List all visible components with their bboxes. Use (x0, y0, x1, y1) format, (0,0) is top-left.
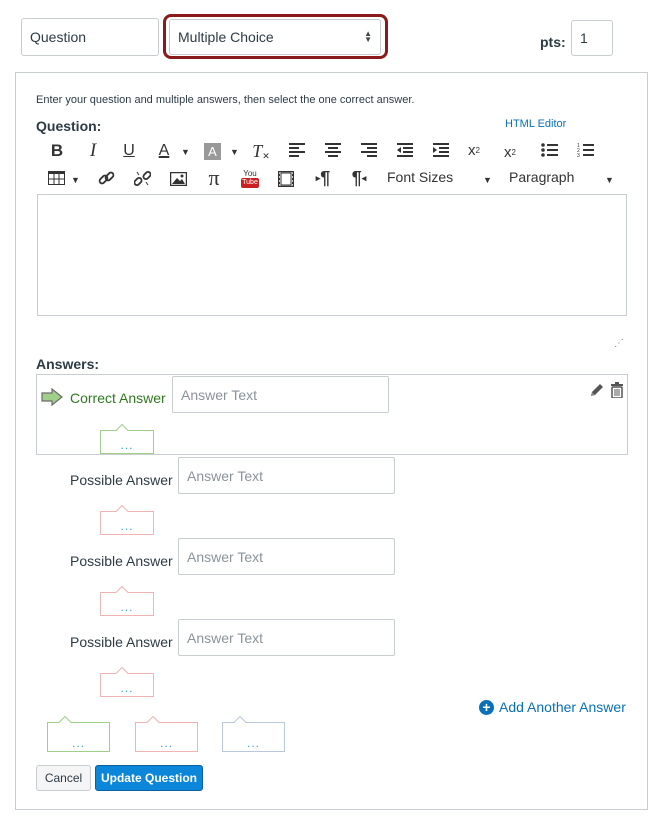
font-color-button[interactable]: A (155, 141, 173, 161)
question-label: Question: (36, 118, 102, 134)
edit-pencil-icon[interactable] (589, 382, 605, 403)
possible-answer-input-3[interactable]: Answer Text (178, 619, 395, 656)
superscript-2-icon: 2 (475, 146, 480, 155)
points-label: pts: (540, 34, 566, 50)
table-icon[interactable] (48, 171, 65, 185)
link-icon[interactable] (98, 170, 115, 187)
underline-button[interactable]: U (121, 142, 137, 160)
paragraph-format-dropdown[interactable]: Paragraph (509, 169, 574, 185)
comment-dots: ... (120, 519, 134, 533)
clear-formatting-icon: T (252, 140, 263, 161)
question-type-value: Multiple Choice (178, 29, 274, 45)
incorrect-general-comment-bubble[interactable]: ... (135, 715, 198, 752)
subscript-2-icon: 2 (511, 148, 516, 157)
comment-dots: ... (120, 438, 134, 452)
possible-answer-input-1[interactable]: Answer Text (178, 457, 395, 494)
possible-comment-bubble-3[interactable]: ... (100, 666, 154, 697)
html-editor-link[interactable]: HTML Editor (505, 118, 566, 130)
clear-formatting-button[interactable]: T ✕ (252, 141, 270, 161)
outdent-icon[interactable] (397, 143, 414, 157)
comment-dots: ... (246, 736, 260, 750)
background-color-caret-icon[interactable]: ▼ (230, 147, 239, 157)
correct-arrow-icon[interactable] (41, 387, 63, 411)
subscript-label: x (504, 144, 512, 161)
question-type-select[interactable]: Multiple Choice ▲ ▼ (169, 19, 381, 55)
font-sizes-caret-icon[interactable]: ▼ (483, 175, 492, 185)
answer-tools (589, 382, 624, 403)
possible-comment-bubble-2[interactable]: ... (100, 585, 154, 616)
correct-general-comment-bubble[interactable]: ... (47, 715, 110, 752)
possible-comment-bubble-1[interactable]: ... (100, 504, 154, 535)
add-answer-label: Add Another Answer (499, 699, 626, 715)
svg-text:3: 3 (577, 153, 580, 158)
resize-grip-icon[interactable]: ⋰ (614, 338, 624, 349)
media-film-icon[interactable] (278, 171, 294, 187)
correct-answer-label: Correct Answer (70, 390, 166, 406)
points-input[interactable]: 1 (571, 20, 613, 56)
font-color-caret-icon[interactable]: ▼ (181, 147, 190, 157)
possible-answer-label-3: Possible Answer (70, 634, 173, 650)
select-arrows-icon: ▲ ▼ (364, 29, 372, 44)
background-color-button[interactable]: A (204, 143, 221, 160)
ltr-pilcrow-label: ¶ (320, 167, 331, 188)
comment-dots: ... (120, 681, 134, 695)
image-icon[interactable] (170, 172, 187, 186)
bullet-list-icon[interactable] (541, 143, 558, 157)
answers-label: Answers: (36, 356, 100, 372)
italic-button[interactable]: I (85, 140, 101, 161)
youtube-top-label: You (243, 169, 257, 178)
bold-button[interactable]: B (49, 141, 65, 160)
font-sizes-dropdown[interactable]: Font Sizes (387, 169, 453, 185)
rtl-arrow-icon: ◂ (361, 172, 367, 183)
subscript-button[interactable]: x2 (504, 144, 516, 161)
superscript-button[interactable]: x2 (468, 142, 480, 159)
superscript-label: x (468, 142, 476, 159)
correct-answer-input[interactable]: Answer Text (172, 376, 389, 413)
cancel-button[interactable]: Cancel (36, 765, 91, 791)
neutral-general-comment-bubble[interactable]: ... (222, 715, 285, 752)
unlink-icon[interactable] (134, 170, 151, 187)
possible-answer-label-2: Possible Answer (70, 553, 173, 569)
ltr-direction-icon[interactable]: ▸ ¶ (314, 168, 332, 188)
question-text-editor[interactable] (37, 194, 627, 316)
comment-dots: ... (120, 600, 134, 614)
correct-comment-bubble[interactable]: ... (100, 423, 154, 454)
comment-dots: ... (71, 736, 85, 750)
delete-trash-icon[interactable] (610, 382, 624, 403)
add-plus-icon: + (479, 699, 494, 715)
comment-dots: ... (159, 736, 173, 750)
equation-pi-icon[interactable]: π (204, 165, 224, 190)
rtl-pilcrow-label: ¶ (351, 167, 362, 188)
possible-answer-label-1: Possible Answer (70, 472, 173, 488)
youtube-bottom-label: Tube (241, 178, 259, 188)
align-left-icon[interactable] (289, 143, 306, 157)
indent-icon[interactable] (433, 143, 450, 157)
paragraph-caret-icon[interactable]: ▼ (605, 175, 614, 185)
possible-answer-input-2[interactable]: Answer Text (178, 538, 395, 575)
table-caret-icon[interactable]: ▼ (71, 175, 80, 185)
update-question-button[interactable]: Update Question (95, 765, 203, 791)
align-center-icon[interactable] (325, 143, 342, 157)
add-another-answer-link[interactable]: + Add Another Answer (479, 699, 626, 715)
rtl-direction-icon[interactable]: ¶ ◂ (350, 168, 368, 188)
instructions-text: Enter your question and multiple answers… (36, 94, 415, 106)
clear-x-icon: ✕ (262, 150, 270, 161)
align-right-icon[interactable] (361, 143, 378, 157)
youtube-icon[interactable]: You Tube (241, 169, 259, 189)
question-title-input[interactable]: Question (21, 18, 159, 56)
numbered-list-icon[interactable]: 123 (577, 142, 594, 158)
